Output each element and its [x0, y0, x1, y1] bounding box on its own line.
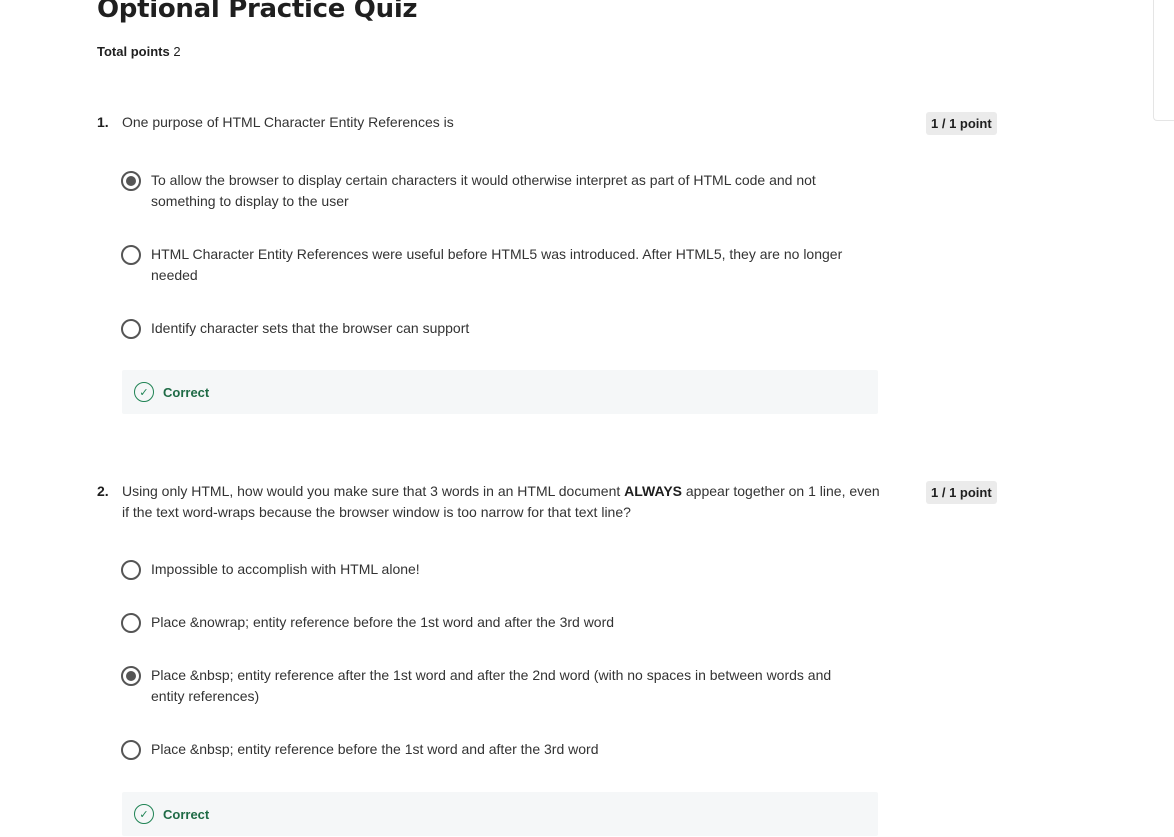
radio-icon[interactable] [121, 666, 141, 686]
feedback-panel: ✓ Correct [122, 370, 878, 414]
radio-icon[interactable] [121, 171, 141, 191]
answer-option-label: To allow the browser to display certain … [151, 172, 816, 209]
feedback-text: Correct [163, 806, 210, 822]
total-points-value: 2 [173, 44, 181, 59]
answer-option-label: Place &nbsp; entity reference before the… [151, 741, 599, 757]
points-badge: 1 / 1 point [926, 112, 997, 135]
answer-option[interactable]: Place &nowrap; entity reference before t… [121, 612, 861, 633]
answer-option[interactable]: Place &nbsp; entity reference after the … [121, 665, 861, 707]
question-text-emphasis: ALWAYS [624, 483, 682, 499]
radio-icon[interactable] [121, 740, 141, 760]
answer-option[interactable]: Impossible to accomplish with HTML alone… [121, 559, 861, 580]
radio-icon[interactable] [121, 613, 141, 633]
check-circle-icon: ✓ [134, 382, 154, 402]
answer-option[interactable]: HTML Character Entity References were us… [121, 244, 861, 286]
question-text: One purpose of HTML Character Entity Ref… [122, 114, 454, 130]
question-text-part: Using only HTML, how would you make sure… [122, 483, 625, 499]
radio-icon[interactable] [121, 319, 141, 339]
check-circle-icon: ✓ [134, 804, 154, 824]
side-panel-edge [1153, 0, 1174, 121]
answer-option-label: Place &nowrap; entity reference before t… [151, 614, 615, 630]
total-points: Total points 2 [97, 44, 181, 59]
answer-option-label: Place &nbsp; entity reference after the … [151, 667, 832, 704]
question-number: 2. [97, 483, 109, 499]
answer-option-label: Impossible to accomplish with HTML alone… [151, 561, 420, 577]
page-title: Optional Practice Quiz [97, 0, 418, 24]
feedback-text: Correct [163, 384, 210, 400]
answer-option[interactable]: Place &nbsp; entity reference before the… [121, 739, 861, 760]
radio-icon[interactable] [121, 560, 141, 580]
total-points-label: Total points [97, 44, 170, 59]
answer-option[interactable]: To allow the browser to display certain … [121, 170, 861, 212]
answer-option-label: HTML Character Entity References were us… [151, 246, 843, 283]
question-text: Using only HTML, how would you make sure… [122, 481, 882, 523]
answer-option[interactable]: Identify character sets that the browser… [121, 318, 861, 339]
points-badge: 1 / 1 point [926, 481, 997, 504]
answer-option-label: Identify character sets that the browser… [151, 320, 470, 336]
feedback-panel: ✓ Correct [122, 792, 878, 836]
radio-icon[interactable] [121, 245, 141, 265]
question-number: 1. [97, 114, 109, 130]
